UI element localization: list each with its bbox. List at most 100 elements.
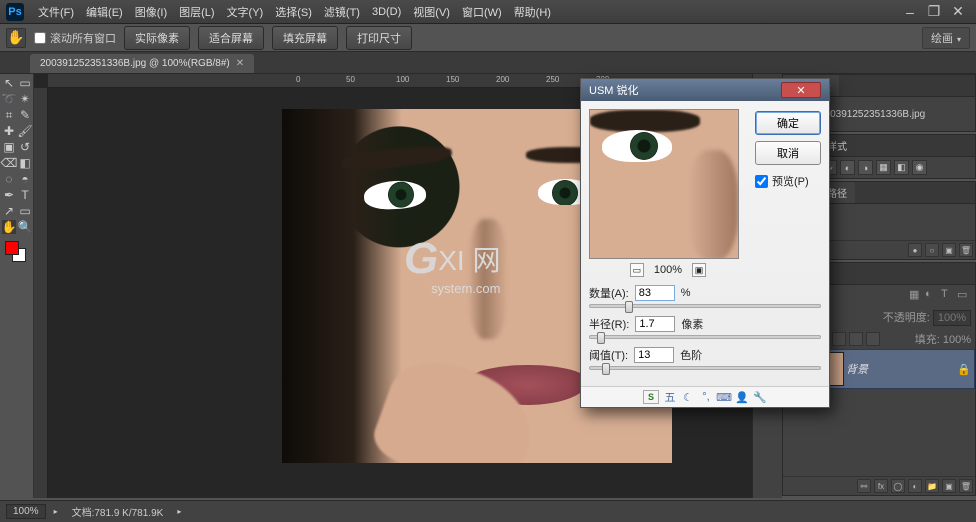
ime-user-icon[interactable]: 👤 [735,390,749,404]
lock-position-icon[interactable] [849,332,863,346]
menu-filter[interactable]: 滤镜(T) [318,1,366,23]
menu-select[interactable]: 选择(S) [269,1,318,23]
new-group-icon[interactable]: 📁 [925,479,939,493]
layer-name[interactable]: 背景 [846,361,954,377]
lock-pixels-icon[interactable] [832,332,846,346]
crop-tool[interactable]: ⌗ [2,108,16,122]
dodge-tool[interactable]: ◓ [18,172,32,186]
brush-tool[interactable]: 🖌 [18,124,32,138]
filter-pixel-icon[interactable]: ▦ [909,288,923,302]
link-layers-icon[interactable]: ⚯ [857,479,871,493]
fill-path-icon[interactable]: ● [908,243,922,257]
delete-layer-icon[interactable]: 🗑 [959,479,973,493]
radius-slider[interactable] [589,335,821,339]
fit-screen-button[interactable]: 适合屏幕 [198,26,264,50]
filter-shape-icon[interactable]: ▭ [957,288,971,302]
actual-pixels-button[interactable]: 实际像素 [124,26,190,50]
ime-logo-icon[interactable]: S [643,390,659,404]
zoom-value[interactable]: 100% [6,504,46,519]
zoom-in-button[interactable]: ▣ [692,263,706,277]
menu-view[interactable]: 视图(V) [407,1,456,23]
menu-file[interactable]: 文件(F) [32,1,80,23]
ruler-tick: 0 [296,75,300,84]
threshold-unit: 色阶 [680,347,702,363]
marquee-tool[interactable]: ▭ [18,76,32,90]
adj-bw[interactable]: ◧ [894,160,909,175]
eraser-tool[interactable]: ⌫ [2,156,16,170]
menu-type[interactable]: 文字(Y) [221,1,270,23]
new-path-icon[interactable]: ▣ [942,243,956,257]
pen-tool[interactable]: ✒ [2,188,16,202]
history-brush-tool[interactable]: ↺ [18,140,32,154]
delete-path-icon[interactable]: 🗑 [959,243,973,257]
ruler-tick: 250 [546,75,559,84]
clone-tool[interactable]: ▣ [2,140,16,154]
quick-select-tool[interactable]: ✴ [18,92,32,106]
path-select-tool[interactable]: ↗ [2,204,16,218]
zoom-tool[interactable]: 🔍 [18,220,32,234]
docinfo-menu-icon[interactable]: ▸ [177,507,181,516]
new-adj-layer-icon[interactable]: ◐ [908,479,922,493]
workspace-switcher[interactable]: 绘画▾ [922,27,970,49]
ime-moon-icon[interactable]: ☾ [681,390,695,404]
stroke-path-icon[interactable]: ○ [925,243,939,257]
dialog-titlebar[interactable]: USM 锐化 ✕ [581,79,829,101]
healing-tool[interactable]: ✚ [2,124,16,138]
blur-tool[interactable]: ◌ [2,172,16,186]
cancel-button[interactable]: 取消 [755,141,821,165]
document-tab[interactable]: 200391252351336B.jpg @ 100%(RGB/8#) ✕ [30,54,254,73]
ime-keyboard-icon[interactable]: ⌨ [717,390,731,404]
preview-image[interactable] [589,109,739,259]
amount-slider[interactable] [589,304,821,308]
app-logo: Ps [6,3,24,21]
hand-tool[interactable]: ✋ [2,220,16,234]
layer-mask-icon[interactable]: ◯ [891,479,905,493]
dialog-close-button[interactable]: ✕ [781,82,821,98]
new-layer-icon[interactable]: ▣ [942,479,956,493]
ime-mode[interactable]: 五 [663,390,677,404]
color-swatches[interactable] [2,238,32,262]
adj-vibrance[interactable]: ◑ [858,160,873,175]
close-tab-icon[interactable]: ✕ [236,58,244,69]
eyedropper-tool[interactable]: ✎ [18,108,32,122]
doc-info[interactable]: 文档:781.9 K/781.9K [66,503,170,520]
zoom-menu-icon[interactable]: ▸ [54,507,58,516]
type-tool[interactable]: T [18,188,32,202]
filter-adj-icon[interactable]: ◐ [925,288,939,302]
layer-fx-icon[interactable]: fx [874,479,888,493]
ime-settings-icon[interactable]: 🔧 [753,390,767,404]
lasso-tool[interactable]: ➰ [2,92,16,106]
menu-image[interactable]: 图像(I) [129,1,173,23]
adj-exposure[interactable]: ◐ [840,160,855,175]
menu-3d[interactable]: 3D(D) [366,3,407,21]
adj-hue[interactable]: ▦ [876,160,891,175]
preview-checkbox[interactable]: 预览(P) [755,173,821,189]
ime-punct-icon[interactable]: °, [699,390,713,404]
amount-input[interactable] [635,285,675,301]
threshold-slider[interactable] [589,366,821,370]
radius-input[interactable] [635,316,675,332]
print-size-button[interactable]: 打印尺寸 [346,26,412,50]
opacity-value[interactable]: 100% [933,310,971,326]
menu-help[interactable]: 帮助(H) [508,1,557,23]
menu-edit[interactable]: 编辑(E) [80,1,129,23]
fill-screen-button[interactable]: 填充屏幕 [272,26,338,50]
menu-layer[interactable]: 图层(L) [173,1,220,23]
adj-photo[interactable]: ◉ [912,160,927,175]
window-restore[interactable]: ❐ [922,3,946,20]
move-tool[interactable]: ↖ [2,76,16,90]
lock-all-icon[interactable] [866,332,880,346]
gradient-tool[interactable]: ◧ [18,156,32,170]
menu-window[interactable]: 窗口(W) [456,1,508,23]
filter-type-icon[interactable]: T [941,288,955,302]
hand-tool-icon[interactable]: ✋ [6,28,26,48]
window-close[interactable]: ✕ [946,3,970,20]
scroll-all-checkbox[interactable]: 滚动所有窗口 [34,30,116,46]
fill-value[interactable]: 100% [943,334,971,346]
zoom-out-button[interactable]: ▭ [630,263,644,277]
ok-button[interactable]: 确定 [755,111,821,135]
window-minimize[interactable]: – [898,4,922,20]
shape-tool[interactable]: ▭ [18,204,32,218]
threshold-input[interactable] [634,347,674,363]
foreground-color[interactable] [5,241,19,255]
